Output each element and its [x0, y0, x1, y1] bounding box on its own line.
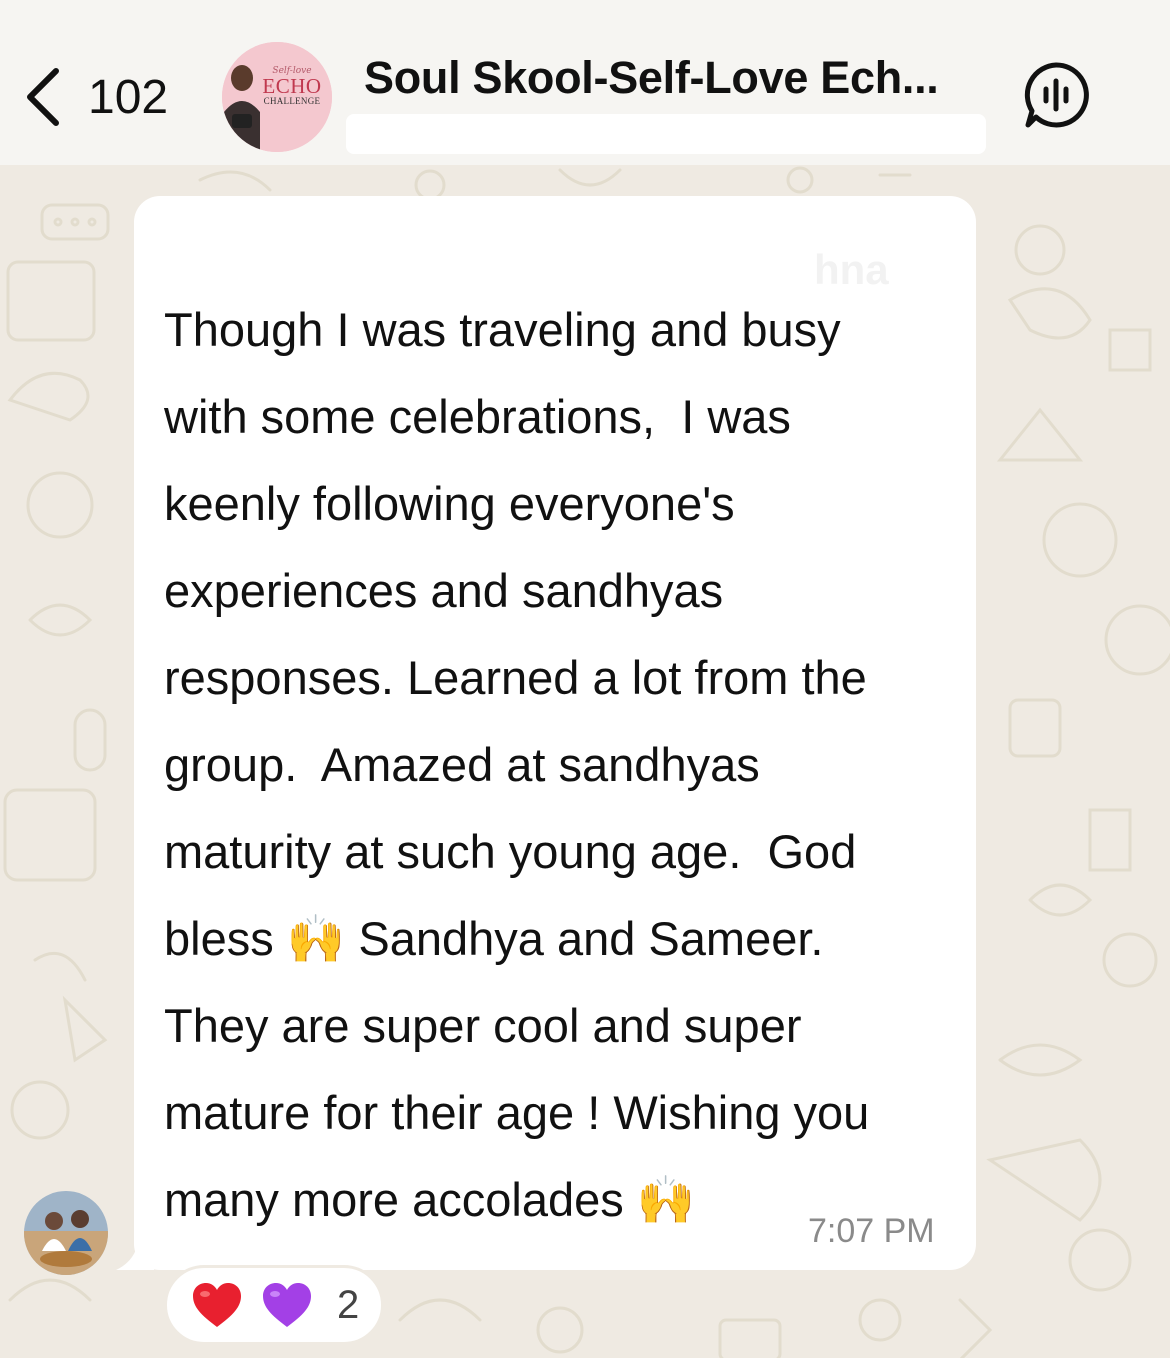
chevron-left-icon	[27, 68, 59, 126]
reactions-pill[interactable]: 2	[164, 1265, 384, 1345]
unread-count: 102	[88, 70, 169, 124]
chat-header: 102 Self-love ECHO CHALLENGE Soul Skool-…	[0, 0, 1170, 165]
reaction-count: 2	[337, 1282, 360, 1327]
sender-avatar-image	[24, 1191, 108, 1275]
members-list-redacted	[346, 114, 986, 154]
message-time: 7:07 PM	[808, 1212, 935, 1250]
voice-chat-icon	[1024, 62, 1089, 128]
group-title[interactable]: Soul Skool-Self-Love Ech...	[364, 52, 939, 104]
badge-word: ECHO	[262, 74, 322, 98]
badge-sub: CHALLENGE	[263, 96, 321, 106]
message-bubble[interactable]: hna Though I was traveling and busy with…	[134, 196, 976, 1270]
sender-name-redacted: hna	[164, 218, 934, 293]
heart-red-icon	[193, 1283, 241, 1327]
message-text: Though I was traveling and busy with som…	[164, 303, 870, 1226]
back-button[interactable]: 102	[22, 62, 168, 132]
sender-avatar[interactable]	[24, 1191, 108, 1275]
voice-chat-button[interactable]	[1022, 61, 1090, 134]
avatar-badge: Self-love ECHO CHALLENGE	[258, 66, 326, 106]
group-avatar[interactable]: Self-love ECHO CHALLENGE	[222, 42, 332, 152]
heart-purple-icon	[263, 1283, 311, 1327]
